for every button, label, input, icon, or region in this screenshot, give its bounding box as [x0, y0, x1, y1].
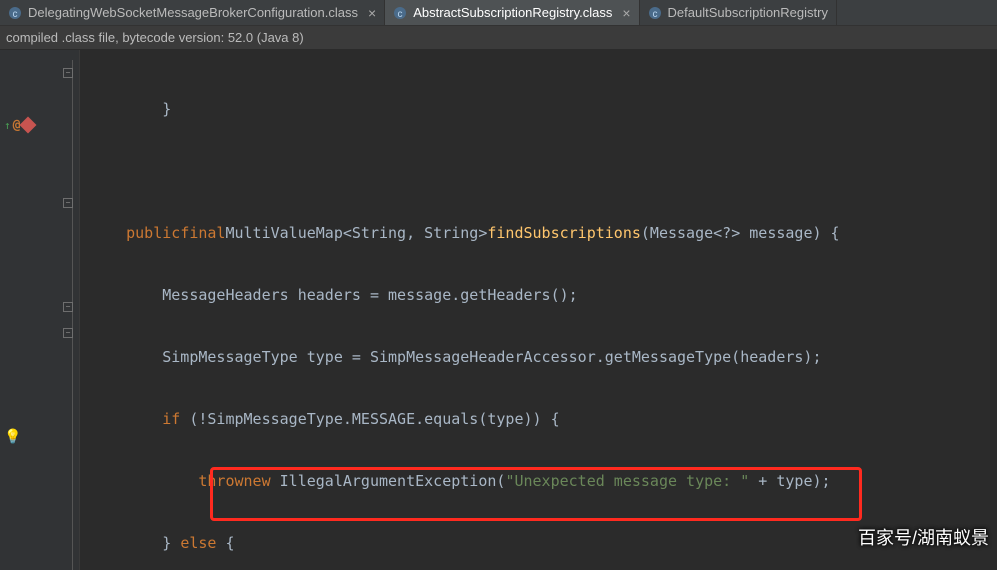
code-line: SimpMessageType type = SimpMessageHeader…: [90, 344, 997, 370]
code-line: throw new IllegalArgumentException("Unex…: [90, 468, 997, 494]
code-line: if (!SimpMessageType.MESSAGE.equals(type…: [90, 406, 997, 432]
tab-default-subscription[interactable]: c DefaultSubscriptionRegistry: [640, 0, 837, 25]
tab-bar: c DelegatingWebSocketMessageBrokerConfig…: [0, 0, 997, 26]
fold-handle[interactable]: −: [63, 302, 73, 312]
override-up-icon: ↑: [4, 119, 11, 132]
tab-label: AbstractSubscriptionRegistry.class: [413, 5, 612, 20]
class-file-icon: c: [393, 6, 407, 20]
class-file-icon: c: [648, 6, 662, 20]
tab-delegating[interactable]: c DelegatingWebSocketMessageBrokerConfig…: [0, 0, 385, 25]
breakpoint-icon: [20, 117, 37, 134]
gutter: − ↑ @ − − − 💡: [0, 50, 80, 570]
svg-text:c: c: [13, 9, 18, 20]
fold-handle[interactable]: −: [63, 328, 73, 338]
fold-handle[interactable]: −: [63, 68, 73, 78]
close-icon[interactable]: ×: [364, 5, 376, 21]
code-line: [90, 158, 997, 184]
tab-label: DefaultSubscriptionRegistry: [668, 5, 828, 20]
decompiled-banner: compiled .class file, bytecode version: …: [0, 26, 997, 50]
class-file-icon: c: [8, 6, 22, 20]
gutter-override-marker[interactable]: ↑ @: [4, 118, 34, 133]
tab-label: DelegatingWebSocketMessageBrokerConfigur…: [28, 5, 358, 20]
hint-bulb[interactable]: 💡: [4, 429, 21, 445]
banner-text: compiled .class file, bytecode version: …: [6, 30, 304, 45]
code-line: }: [90, 96, 997, 122]
close-icon[interactable]: ×: [618, 5, 630, 21]
tab-abstract-subscription[interactable]: c AbstractSubscriptionRegistry.class ×: [385, 0, 639, 25]
code-area[interactable]: } public final MultiValueMap<String, Str…: [80, 50, 997, 570]
editor: − ↑ @ − − − 💡: [0, 50, 997, 570]
fold-handle[interactable]: −: [63, 198, 73, 208]
code-line: } else {: [90, 530, 997, 556]
svg-text:c: c: [652, 9, 657, 20]
bulb-icon: 💡: [4, 429, 21, 445]
code-line: MessageHeaders headers = message.getHead…: [90, 282, 997, 308]
svg-text:c: c: [398, 9, 403, 20]
code-line: public final MultiValueMap<String, Strin…: [90, 220, 997, 246]
